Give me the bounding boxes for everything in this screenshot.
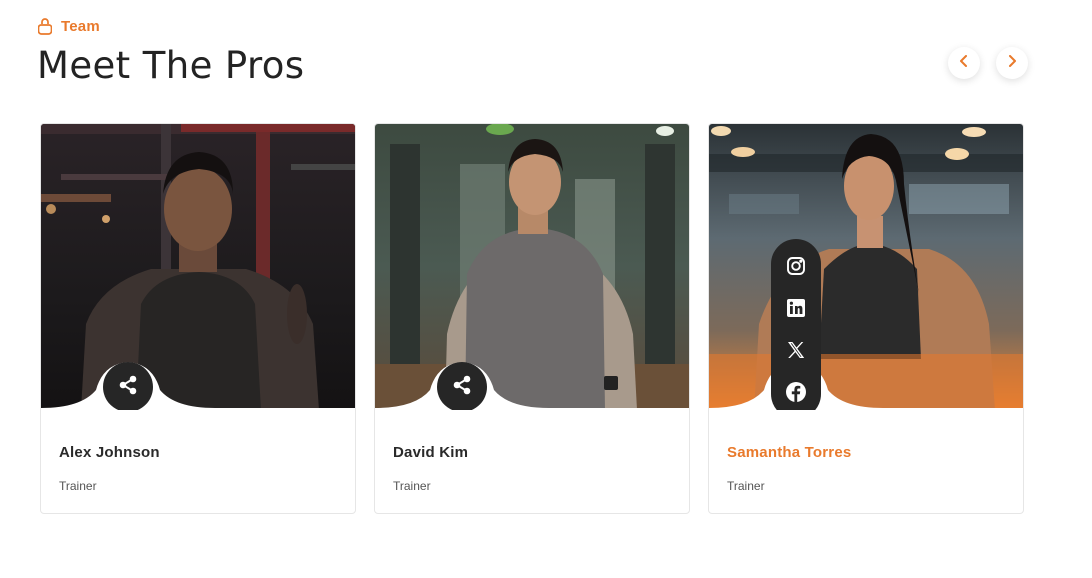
x-icon[interactable]: [785, 339, 807, 361]
section-title: Meet The Pros: [37, 44, 305, 87]
instagram-icon[interactable]: [785, 255, 807, 277]
linkedin-icon[interactable]: [785, 297, 807, 319]
social-links: [771, 239, 821, 410]
kettlebell-icon: [38, 18, 52, 35]
share-icon: [451, 374, 473, 401]
share-icon: [117, 374, 139, 401]
facebook-icon[interactable]: [785, 381, 807, 403]
trainer-name[interactable]: David Kim: [393, 444, 468, 461]
chevron-left-icon: [959, 54, 969, 72]
trainer-photo: [41, 124, 355, 410]
trainer-name[interactable]: Samantha Torres: [727, 444, 851, 461]
trainer-role: Trainer: [393, 479, 431, 493]
trainer-name[interactable]: Alex Johnson: [59, 444, 160, 461]
carousel-next-button[interactable]: [996, 47, 1028, 79]
eyebrow-label: Team: [61, 18, 100, 35]
carousel-prev-button[interactable]: [948, 47, 980, 79]
team-card: Alex Johnson Trainer: [40, 123, 356, 514]
trainer-role: Trainer: [59, 479, 97, 493]
chevron-right-icon: [1007, 54, 1017, 72]
team-card: David Kim Trainer: [374, 123, 690, 514]
trainer-photo: [375, 124, 689, 410]
trainer-photo: [709, 124, 1023, 410]
team-section: Team Meet The Pros Alex Johnson Trainer …: [0, 0, 1092, 578]
section-eyebrow: Team: [38, 18, 100, 35]
trainer-role: Trainer: [727, 479, 765, 493]
team-card: Samantha Torres Trainer: [708, 123, 1024, 514]
share-button[interactable]: [103, 362, 153, 410]
share-button[interactable]: [437, 362, 487, 410]
